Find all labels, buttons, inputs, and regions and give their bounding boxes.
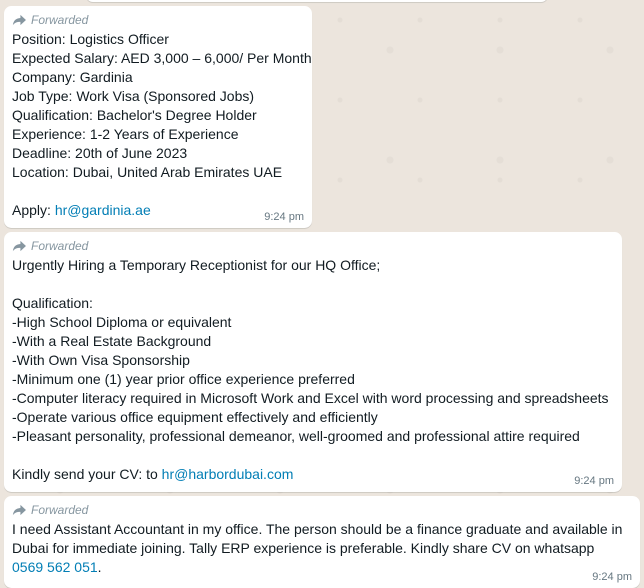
forward-arrow-icon xyxy=(12,504,27,516)
message-line: -With a Real Estate Background xyxy=(12,333,212,349)
forwarded-label: Forwarded xyxy=(31,13,89,27)
forwarded-indicator: Forwarded xyxy=(12,12,304,28)
message-line: Expected Salary: AED 3,000 – 6,000/ Per … xyxy=(12,50,312,66)
forwarded-label: Forwarded xyxy=(31,503,89,517)
message-line: Location: Dubai, United Arab Emirates UA… xyxy=(12,164,283,180)
email-link[interactable]: hr@harbordubai.com xyxy=(162,466,294,482)
message-bubble[interactable]: Forwarded Urgently Hiring a Temporary Re… xyxy=(4,232,622,492)
forwarded-label: Forwarded xyxy=(31,239,89,253)
forward-arrow-icon xyxy=(12,14,27,26)
message-text: I need Assistant Accountant in my office… xyxy=(12,520,632,577)
phone-link[interactable]: 0569 562 051 xyxy=(12,559,98,575)
message-line: Qualification: xyxy=(12,295,93,311)
message-line: Qualification: Bachelor's Degree Holder xyxy=(12,107,257,123)
message-line: -High School Diploma or equivalent xyxy=(12,314,232,330)
message-line: Position: Logistics Officer xyxy=(12,31,169,47)
message-body: I need Assistant Accountant in my office… xyxy=(12,521,623,556)
cv-line: Kindly send your CV: to hr@harbordubai.c… xyxy=(12,465,614,484)
message-line: -Pleasant personality, professional deme… xyxy=(12,428,580,444)
message-bubble[interactable]: Forwarded I need Assistant Accountant in… xyxy=(4,496,640,588)
message-text: Position: Logistics Officer Expected Sal… xyxy=(12,30,312,220)
message-line: -Computer literacy required in Microsoft… xyxy=(12,390,609,406)
message-line: Job Type: Work Visa (Sponsored Jobs) xyxy=(12,88,255,104)
message-line: Deadline: 20th of June 2023 xyxy=(12,145,188,161)
email-link[interactable]: hr@gardinia.ae xyxy=(55,202,151,218)
message-line: Experience: 1-2 Years of Experience xyxy=(12,126,239,142)
previous-message-bubble xyxy=(86,0,548,2)
message-line: -Operate various office equipment effect… xyxy=(12,409,378,425)
message-text: Urgently Hiring a Temporary Receptionist… xyxy=(12,256,614,484)
message-line: -Minimum one (1) year prior office exper… xyxy=(12,371,355,387)
message-bubble[interactable]: Forwarded Position: Logistics Officer Ex… xyxy=(4,6,312,228)
forwarded-indicator: Forwarded xyxy=(12,238,614,254)
forwarded-indicator: Forwarded xyxy=(12,502,632,518)
message-timestamp: 9:24 pm xyxy=(574,475,614,487)
apply-prefix: Apply: xyxy=(12,202,55,218)
cv-prefix: Kindly send your CV: to xyxy=(12,466,162,482)
message-line: Urgently Hiring a Temporary Receptionist… xyxy=(12,257,381,273)
message-line: Company: Gardinia xyxy=(12,69,133,85)
forward-arrow-icon xyxy=(12,240,27,252)
apply-line: Apply: hr@gardinia.ae xyxy=(12,201,304,220)
message-suffix: . xyxy=(97,559,102,575)
message-timestamp: 9:24 pm xyxy=(592,571,632,583)
message-line: -With Own Visa Sponsorship xyxy=(12,352,190,368)
message-timestamp: 9:24 pm xyxy=(264,211,304,223)
